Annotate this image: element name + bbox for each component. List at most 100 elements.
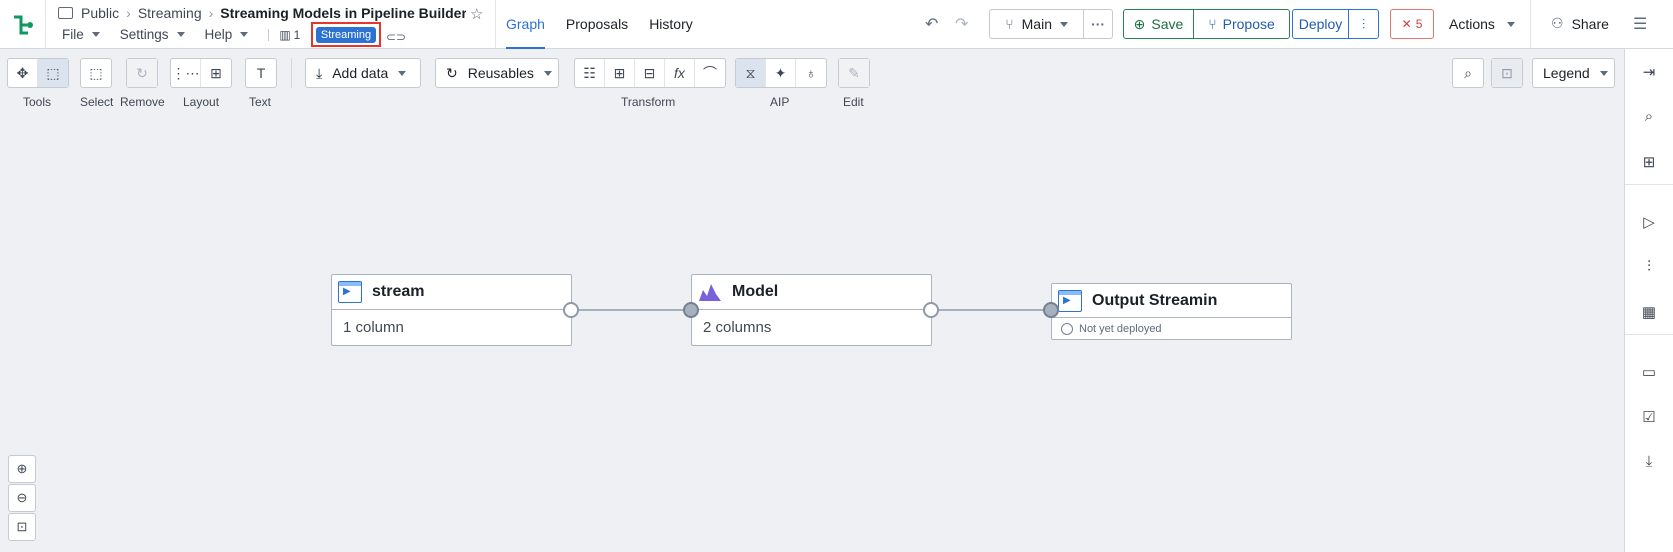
auto-layout-icon[interactable]: ⋮⋯ — [171, 59, 201, 87]
model-icon[interactable]: ⌒ — [695, 59, 725, 87]
output-port[interactable] — [563, 302, 579, 318]
right-sidebar: ⇥ ⌕ ⊞ ▷ ⫶ ▦ ▭ ☑ ⤓ — [1624, 49, 1673, 552]
download-icon[interactable]: ⤓ — [1640, 453, 1658, 471]
node-title: Model — [732, 283, 779, 300]
edit-label: Edit — [843, 95, 864, 109]
pointer-tool-icon[interactable]: ⬚ — [38, 59, 68, 87]
edit-pencil-icon[interactable]: ✎ — [839, 59, 869, 87]
node-stream[interactable]: stream 1 column — [331, 274, 572, 346]
edge-model-output — [932, 309, 1052, 311]
deploy-settings-icon[interactable]: ⫶ — [1349, 16, 1378, 33]
breadcrumb: Public › Streaming › Streaming Models in… — [58, 5, 466, 21]
actions-label: Actions — [1449, 16, 1495, 32]
remove-group: ↻ — [126, 58, 158, 88]
reusables-button[interactable]: ↻ Reusables — [435, 58, 559, 88]
box-select-icon[interactable]: ⬚ — [81, 59, 111, 87]
building-icon: ▥ — [279, 27, 291, 42]
star-icon[interactable]: ☆ — [470, 5, 483, 23]
text-label: Text — [249, 95, 272, 109]
pan-tool-icon[interactable]: ✥ — [8, 59, 38, 87]
search-icon[interactable]: ⌕ — [1453, 59, 1483, 87]
fit-view-icon[interactable]: ⊡ — [8, 513, 36, 541]
checklist-icon[interactable]: ☑ — [1640, 408, 1658, 426]
download-icon: ⤓ — [316, 64, 323, 81]
build-count[interactable]: ▥ 1 — [279, 28, 300, 42]
aip-sparkle-icon[interactable]: ✦ — [766, 59, 796, 87]
person-icon: ⚇ — [1551, 15, 1564, 31]
actions-menu[interactable]: Actions — [1449, 16, 1515, 32]
app-logo[interactable] — [0, 0, 46, 49]
sliders-icon[interactable]: ⫶ — [1640, 258, 1658, 276]
aip-logic-icon[interactable]: ⧖ — [736, 59, 766, 87]
zoom-out-icon[interactable]: ⊖ — [8, 484, 36, 512]
node-model[interactable]: Model 2 columns — [691, 274, 932, 346]
add-column-icon[interactable]: ⊟ — [635, 59, 665, 87]
input-port[interactable] — [683, 302, 699, 318]
divider — [495, 0, 496, 48]
layout-label: Layout — [183, 95, 220, 109]
nodes-icon[interactable]: ⊞ — [1640, 153, 1658, 171]
focus-icon[interactable]: ⊡ — [1492, 59, 1522, 87]
node-detail: 2 columns — [703, 318, 772, 336]
menu-settings[interactable]: Settings — [120, 27, 185, 42]
grid-layout-icon[interactable]: ⊞ — [201, 59, 231, 87]
add-text-icon[interactable]: T — [246, 59, 276, 87]
join-transform-icon[interactable]: ⊞ — [605, 59, 635, 87]
caret-down-icon — [91, 32, 100, 37]
layout-group: ⋮⋯ ⊞ — [170, 58, 232, 88]
menu-file[interactable]: File — [62, 27, 100, 42]
stream-dataset-icon — [1058, 289, 1082, 312]
tools-label: Tools — [23, 95, 52, 109]
divider — [1530, 0, 1531, 48]
input-port[interactable] — [1043, 302, 1059, 318]
divider — [268, 28, 270, 41]
more-options-button[interactable]: ··· — [1084, 16, 1112, 32]
search-icon[interactable]: ⌕ — [1640, 108, 1658, 126]
aip-lightbulb-icon[interactable]: ♁ — [796, 59, 826, 87]
exit-icon[interactable]: ⇥ — [1640, 63, 1658, 81]
deploy-button[interactable]: Deploy — [1293, 10, 1349, 38]
menu-help[interactable]: Help — [205, 27, 249, 42]
output-port[interactable] — [923, 302, 939, 318]
tab-graph[interactable]: Graph — [506, 0, 545, 49]
deploy-group: Deploy ⫶ — [1292, 9, 1379, 39]
node-detail: 1 column — [343, 318, 404, 336]
streaming-mode-tag[interactable]: Streaming — [315, 26, 377, 43]
node-output-stream[interactable]: Output Streamin Not yet deployed — [1051, 283, 1292, 340]
table-icon[interactable]: ▦ — [1640, 303, 1658, 321]
branch-selector: ⑂ Main ··· — [989, 9, 1113, 39]
pipeline-logo-icon — [13, 15, 33, 34]
tab-history[interactable]: History — [649, 0, 693, 49]
list-icon[interactable]: ☰ — [1633, 14, 1647, 34]
graph-toolbar: ✥ ⬚ Tools ⬚ Select ↻ Remove ⋮⋯ ⊞ Layout … — [0, 58, 1620, 110]
branch-dropdown[interactable]: ⑂ Main — [990, 10, 1085, 38]
breadcrumb-streaming[interactable]: Streaming — [138, 5, 202, 21]
function-icon[interactable]: fx — [665, 59, 695, 87]
divider — [291, 58, 292, 88]
streaming-tag-highlight: Streaming — [311, 22, 381, 47]
play-icon[interactable]: ▷ — [1640, 213, 1658, 231]
remove-icon[interactable]: ↻ — [127, 59, 157, 87]
breadcrumb-public[interactable]: Public — [81, 5, 119, 21]
propose-button[interactable]: ⑂ Propose — [1194, 16, 1289, 32]
transform-group: ☷ ⊞ ⊟ fx ⌒ — [574, 58, 726, 88]
undo-icon[interactable]: ↶ — [925, 14, 938, 34]
zoom-in-icon[interactable]: ⊕ — [8, 455, 36, 483]
page-title[interactable]: Streaming Models in Pipeline Builder E..… — [220, 5, 466, 21]
save-button[interactable]: ⊕ Save — [1124, 10, 1194, 38]
link-icon[interactable]: ⊂⊃ — [386, 30, 406, 44]
filter-transform-icon[interactable]: ☷ — [575, 59, 605, 87]
errors-button[interactable]: ✕ 5 — [1390, 9, 1434, 39]
save-propose-group: ⊕ Save ⑂ Propose — [1123, 9, 1290, 39]
tab-proposals[interactable]: Proposals — [566, 0, 628, 49]
search-group: ⌕ — [1452, 58, 1484, 88]
share-button[interactable]: ⚇ Share — [1551, 15, 1609, 32]
redo-icon[interactable]: ↷ — [955, 14, 968, 34]
legend-button[interactable]: Legend — [1532, 58, 1615, 88]
node-header: Model — [692, 275, 931, 310]
refresh-icon: ↻ — [446, 64, 458, 81]
add-data-button[interactable]: ⤓ Add data — [305, 58, 421, 88]
folder-icon[interactable]: ▭ — [1640, 363, 1658, 381]
text-group: T — [245, 58, 277, 88]
merge-icon: ⑂ — [1208, 16, 1217, 32]
